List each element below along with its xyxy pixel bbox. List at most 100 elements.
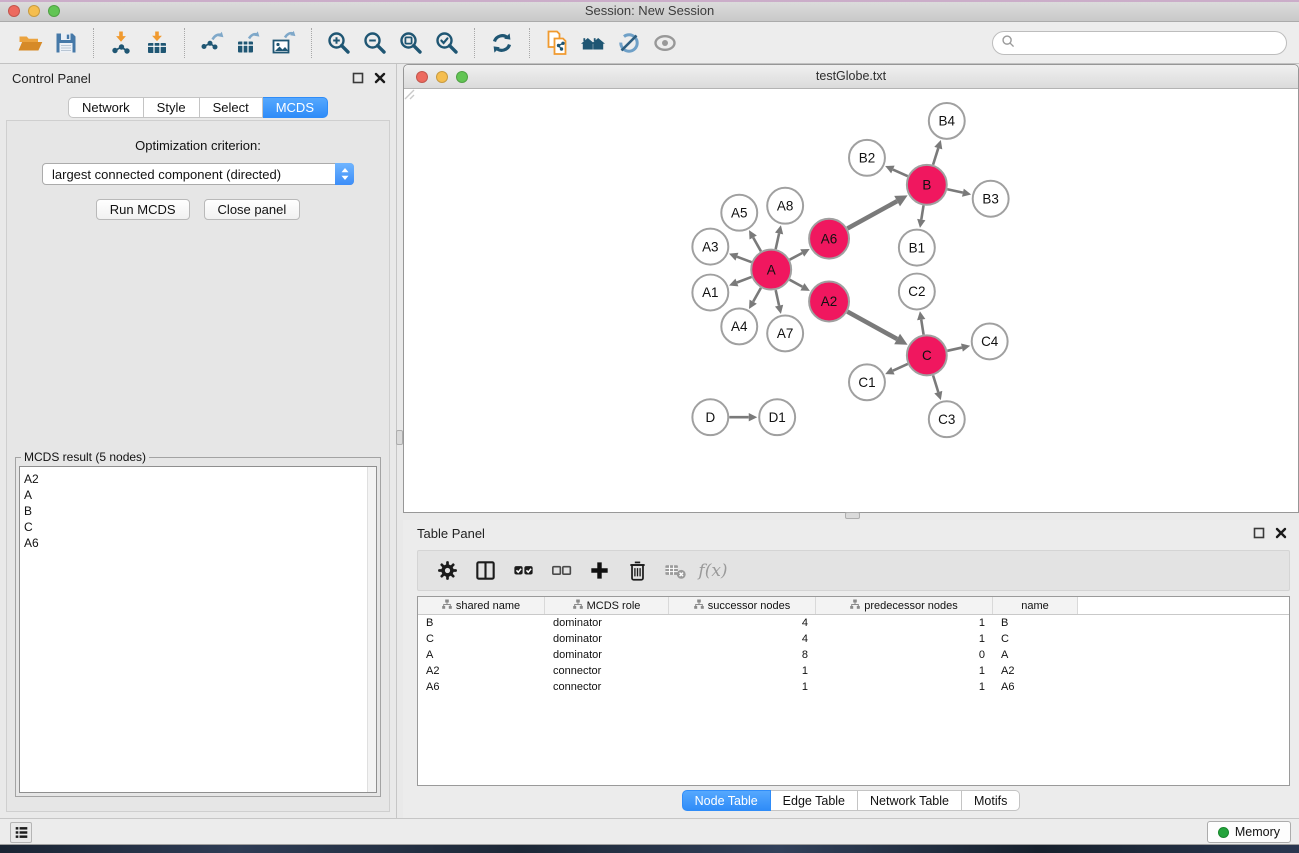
delete-columns-icon[interactable] bbox=[618, 554, 656, 588]
table-cell[interactable]: A6 bbox=[418, 679, 545, 695]
horizontal-splitter-grip[interactable] bbox=[845, 512, 860, 519]
table-cell[interactable]: B bbox=[993, 615, 1078, 631]
hide-graphics-details-icon[interactable] bbox=[611, 26, 647, 60]
result-scrollbar[interactable] bbox=[367, 467, 376, 792]
zoom-fit-icon[interactable] bbox=[393, 26, 429, 60]
column-type-icon bbox=[442, 599, 452, 613]
resize-corner-icon[interactable] bbox=[404, 89, 1297, 511]
column-header-shared-name[interactable]: shared name bbox=[418, 597, 545, 614]
table-cell[interactable]: 1 bbox=[669, 663, 816, 679]
import-table-icon[interactable] bbox=[139, 26, 175, 60]
column-header-label: predecessor nodes bbox=[864, 600, 958, 612]
tab-network[interactable]: Network bbox=[68, 97, 144, 118]
memory-button[interactable]: Memory bbox=[1207, 821, 1291, 843]
column-header-label: successor nodes bbox=[708, 600, 791, 612]
table-row[interactable]: A6connector11A6 bbox=[418, 679, 1289, 695]
table-row[interactable]: Bdominator41B bbox=[418, 615, 1289, 631]
table-cell[interactable]: dominator bbox=[545, 631, 669, 647]
open-session-icon[interactable] bbox=[12, 26, 48, 60]
close-panel-button[interactable]: Close panel bbox=[204, 199, 301, 220]
table-cell[interactable]: connector bbox=[545, 679, 669, 695]
delete-table-icon[interactable] bbox=[656, 554, 694, 588]
mcds-result-list[interactable]: A2ABCA6 bbox=[19, 466, 377, 793]
toolbar-separator bbox=[311, 28, 312, 58]
toolbar-separator bbox=[474, 28, 475, 58]
table-cell[interactable]: 0 bbox=[816, 647, 993, 663]
function-builder-icon[interactable]: f(x) bbox=[694, 554, 732, 588]
import-network-icon[interactable] bbox=[103, 26, 139, 60]
vertical-splitter-grip[interactable] bbox=[396, 430, 403, 445]
add-column-icon[interactable] bbox=[580, 554, 618, 588]
table-cell[interactable]: dominator bbox=[545, 647, 669, 663]
select-all-checks-icon[interactable] bbox=[504, 554, 542, 588]
mcds-result-group: MCDS result (5 nodes) A2ABCA6 bbox=[15, 457, 381, 797]
show-graphics-details-icon[interactable] bbox=[647, 26, 683, 60]
search-box[interactable] bbox=[992, 31, 1287, 55]
refresh-view-icon[interactable] bbox=[484, 26, 520, 60]
table-cell[interactable]: B bbox=[418, 615, 545, 631]
task-history-button[interactable] bbox=[10, 822, 32, 843]
copy-network-icon[interactable] bbox=[539, 26, 575, 60]
criterion-select-value: largest connected component (directed) bbox=[52, 167, 281, 182]
table-cell[interactable]: 4 bbox=[669, 615, 816, 631]
search-icon bbox=[1001, 34, 1016, 52]
zoom-out-icon[interactable] bbox=[357, 26, 393, 60]
search-input[interactable] bbox=[1021, 36, 1278, 50]
tab-node-table[interactable]: Node Table bbox=[682, 790, 771, 811]
zoom-selected-icon[interactable] bbox=[429, 26, 465, 60]
close-panel-icon[interactable] bbox=[374, 72, 386, 84]
split-table-view-icon[interactable] bbox=[466, 554, 504, 588]
tab-style[interactable]: Style bbox=[144, 97, 200, 118]
table-panel-title: Table Panel bbox=[417, 526, 485, 541]
table-row[interactable]: Adominator80A bbox=[418, 647, 1289, 663]
table-cell[interactable]: A bbox=[993, 647, 1078, 663]
table-cell[interactable]: C bbox=[993, 631, 1078, 647]
table-cell[interactable]: A2 bbox=[418, 663, 545, 679]
table-cell[interactable]: 1 bbox=[816, 631, 993, 647]
table-cell[interactable]: dominator bbox=[545, 615, 669, 631]
network-canvas[interactable]: B4B2BB3A5A8A6B1A3AA1C2A2A4A7C4CC1C3DD1 bbox=[404, 89, 1298, 512]
table-cell[interactable]: 1 bbox=[816, 615, 993, 631]
tab-edge-table[interactable]: Edge Table bbox=[771, 790, 858, 811]
select-stepper-icon[interactable] bbox=[335, 163, 354, 185]
column-header-successor-nodes[interactable]: successor nodes bbox=[669, 597, 816, 614]
tab-network-table[interactable]: Network Table bbox=[858, 790, 962, 811]
export-table-icon[interactable] bbox=[230, 26, 266, 60]
clear-all-checks-icon[interactable] bbox=[542, 554, 580, 588]
tab-motifs[interactable]: Motifs bbox=[962, 790, 1020, 811]
mcds-result-item[interactable]: A bbox=[24, 487, 376, 503]
mcds-result-item[interactable]: A2 bbox=[24, 471, 376, 487]
mcds-result-item[interactable]: C bbox=[24, 519, 376, 535]
column-settings-icon[interactable] bbox=[428, 554, 466, 588]
table-cell[interactable]: 4 bbox=[669, 631, 816, 647]
export-image-icon[interactable] bbox=[266, 26, 302, 60]
table-cell[interactable]: A bbox=[418, 647, 545, 663]
houses-icon[interactable] bbox=[575, 26, 611, 60]
table-cell[interactable]: A6 bbox=[993, 679, 1078, 695]
float-panel-icon[interactable] bbox=[352, 72, 364, 84]
run-mcds-button[interactable]: Run MCDS bbox=[96, 199, 190, 220]
tab-select[interactable]: Select bbox=[200, 97, 263, 118]
table-float-panel-icon[interactable] bbox=[1253, 527, 1265, 542]
table-cell[interactable]: 1 bbox=[669, 679, 816, 695]
table-cell[interactable]: 1 bbox=[816, 679, 993, 695]
table-cell[interactable]: connector bbox=[545, 663, 669, 679]
mcds-result-item[interactable]: B bbox=[24, 503, 376, 519]
save-session-icon[interactable] bbox=[48, 26, 84, 60]
zoom-in-icon[interactable] bbox=[321, 26, 357, 60]
tab-mcds[interactable]: MCDS bbox=[263, 97, 328, 118]
table-cell[interactable]: 8 bbox=[669, 647, 816, 663]
mcds-result-item[interactable]: A6 bbox=[24, 535, 376, 551]
table-row[interactable]: Cdominator41C bbox=[418, 631, 1289, 647]
table-cell[interactable]: 1 bbox=[816, 663, 993, 679]
column-header-mcds-role[interactable]: MCDS role bbox=[545, 597, 669, 614]
table-cell[interactable]: A2 bbox=[993, 663, 1078, 679]
criterion-select[interactable]: largest connected component (directed) bbox=[42, 163, 354, 185]
table-row[interactable]: A2connector11A2 bbox=[418, 663, 1289, 679]
table-close-panel-icon[interactable] bbox=[1275, 527, 1287, 542]
column-header-name[interactable]: name bbox=[993, 597, 1078, 614]
desktop-wallpaper-bottom bbox=[0, 845, 1299, 853]
table-cell[interactable]: C bbox=[418, 631, 545, 647]
column-header-predecessor-nodes[interactable]: predecessor nodes bbox=[816, 597, 993, 614]
export-network-icon[interactable] bbox=[194, 26, 230, 60]
